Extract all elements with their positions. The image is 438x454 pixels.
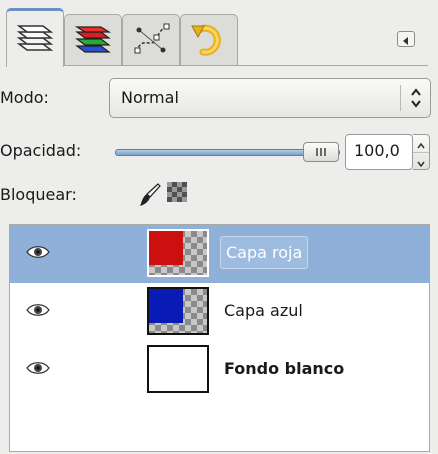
eye-visibility-icon[interactable]	[26, 302, 50, 321]
layer-thumbnail	[147, 345, 209, 393]
paths-icon	[131, 22, 171, 60]
mode-combobox[interactable]: Normal	[109, 78, 431, 118]
lock-label: Bloquear:	[0, 185, 77, 204]
layers-list: Capa roja Capa azul Fondo blanco	[9, 224, 430, 452]
mode-label: Modo:	[0, 88, 49, 107]
layer-row[interactable]: Fondo blanco	[10, 341, 429, 399]
tab-undo-history[interactable]	[180, 14, 238, 66]
layer-name[interactable]: Capa roja	[220, 236, 309, 269]
layer-name[interactable]: Fondo blanco	[224, 359, 344, 378]
layer-row[interactable]: Capa roja	[10, 225, 429, 283]
undo-history-icon	[189, 22, 229, 60]
tab-layers[interactable]	[6, 8, 64, 67]
layers-icon	[15, 20, 55, 58]
mode-value: Normal	[121, 88, 179, 107]
layer-thumbnail	[147, 229, 209, 277]
layer-row[interactable]: Capa azul	[10, 283, 429, 341]
opacity-spin-buttons	[413, 134, 430, 170]
opacity-label: Opacidad:	[0, 141, 82, 160]
lock-alpha-checker-icon[interactable]	[167, 182, 187, 202]
channels-icon	[73, 22, 113, 60]
eye-visibility-icon[interactable]	[26, 244, 50, 263]
spin-down-button[interactable]	[413, 153, 429, 170]
tab-bar-divider	[64, 65, 428, 66]
spin-up-button[interactable]	[413, 135, 429, 153]
dock-tab-bar	[0, 0, 438, 67]
tab-paths[interactable]	[122, 14, 180, 66]
up-down-arrows-icon	[410, 87, 422, 113]
chevron-down-icon	[417, 152, 425, 171]
tab-channels[interactable]	[64, 14, 122, 66]
lock-pixels-brush-icon[interactable]	[138, 182, 162, 212]
layer-name[interactable]: Capa azul	[224, 301, 303, 320]
layer-color-fill	[149, 289, 183, 323]
opacity-spin-entry[interactable]: 100,0	[345, 134, 413, 170]
chevron-up-icon	[417, 134, 425, 153]
layer-thumbnail	[147, 287, 209, 335]
opacity-slider-handle[interactable]	[303, 142, 339, 162]
eye-visibility-icon[interactable]	[26, 360, 50, 379]
combo-separator	[400, 85, 401, 111]
triangle-left-icon	[402, 30, 410, 49]
tab-menu-button[interactable]	[397, 31, 415, 47]
layer-color-fill	[149, 231, 183, 265]
